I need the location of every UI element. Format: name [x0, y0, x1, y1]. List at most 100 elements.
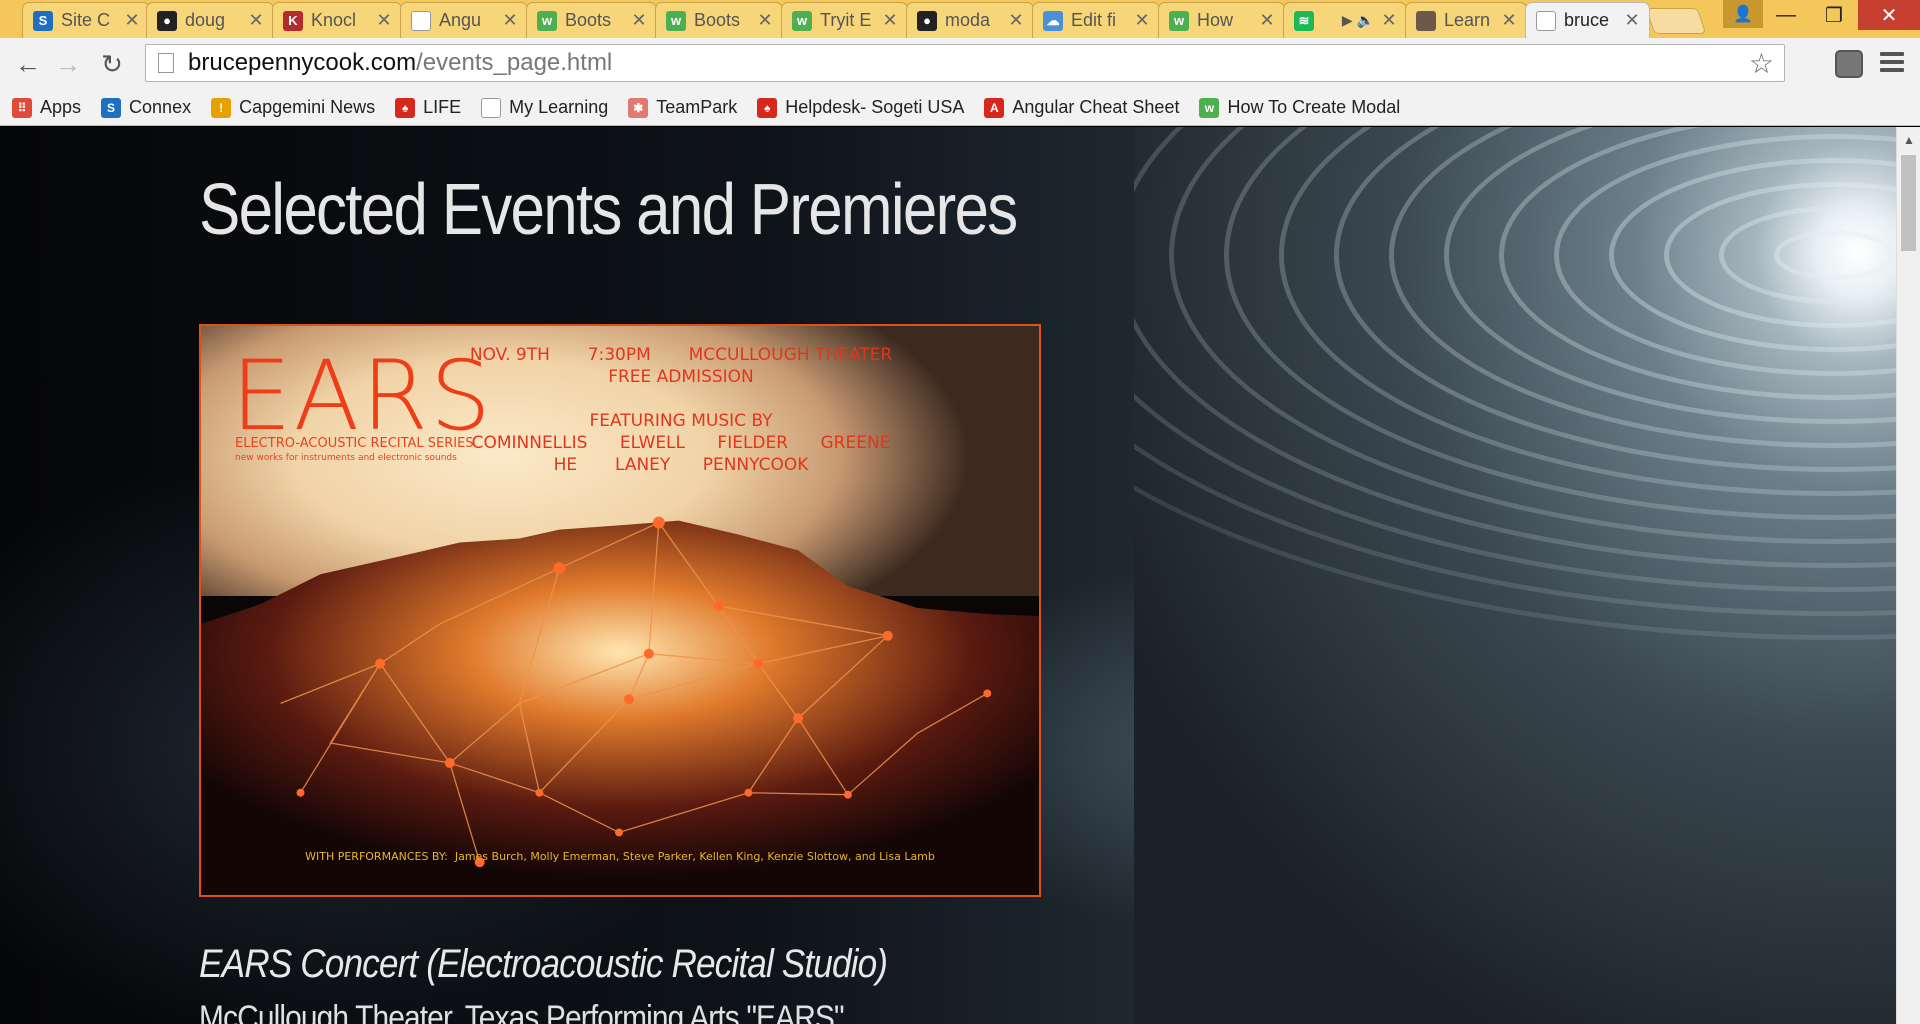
back-arrow-icon[interactable]: ← — [12, 48, 44, 80]
w3-icon: w — [1199, 97, 1220, 118]
page-icon — [1536, 10, 1556, 31]
vertical-scrollbar[interactable]: ▲ — [1896, 127, 1920, 1024]
swirl-ring — [1134, 127, 1896, 640]
tab-5[interactable]: w Boots ✕ — [655, 2, 783, 38]
bookmarks-bar: ⠿ Apps S Connex! Capgemini News ♠ LIFE My Learn… — [0, 90, 1920, 126]
tab-8[interactable]: ☁ Edit fi ✕ — [1032, 2, 1160, 38]
bookmark-label: Angular Cheat Sheet — [1012, 97, 1180, 117]
knockout-icon: K — [283, 10, 303, 31]
minimize-icon[interactable]: — — [1762, 0, 1810, 30]
extension-icon[interactable] — [1835, 50, 1863, 78]
url-host: brucepennycook.com — [188, 49, 417, 76]
tab-7[interactable]: ● moda ✕ — [906, 2, 1034, 38]
ears-poster-image: EARS ELECTRO-ACOUSTIC RECITAL SERIES new… — [199, 324, 1041, 897]
tab-12[interactable]: bruce ✕ — [1525, 2, 1650, 38]
tab-close-icon[interactable]: ✕ — [123, 10, 141, 31]
helpdesk-icon: ♠ — [757, 97, 778, 118]
tab-9[interactable]: w How ✕ — [1158, 2, 1285, 38]
bookmark-item[interactable]: My Learning — [481, 97, 608, 118]
tab-title: Site C — [61, 10, 111, 30]
page-icon — [411, 10, 431, 31]
bookmark-label: Apps — [40, 97, 82, 117]
poster-performers: WITH PERFORMANCES BY: James Burch, Molly… — [305, 850, 935, 863]
spotify-icon: ≋ — [1294, 10, 1314, 31]
tab-title: bruce — [1564, 10, 1610, 30]
bookmark-item[interactable]: ✱ TeamPark — [628, 97, 737, 118]
tab-close-icon[interactable]: ✕ — [1258, 10, 1276, 31]
tab-close-icon[interactable]: ✕ — [1500, 10, 1518, 31]
bookmark-item[interactable]: ! Capgemini News — [211, 97, 375, 118]
scrollbar-thumb[interactable] — [1901, 155, 1916, 251]
tab-close-icon[interactable]: ✕ — [501, 10, 519, 31]
apps-grid-icon: ⠿ — [12, 97, 32, 118]
avatar-icon — [1416, 10, 1436, 31]
tab-close-icon[interactable]: ✕ — [375, 10, 393, 31]
page-icon — [481, 97, 502, 118]
reload-icon[interactable]: ↻ — [96, 48, 128, 80]
tab-0[interactable]: S Site C ✕ — [22, 2, 150, 38]
bookmark-label: Capgemini News — [239, 97, 376, 117]
bookmark-item[interactable]: ♠ Helpdesk- Sogeti USA — [757, 97, 964, 118]
tab-strip: S Site C ✕ ● doug ✕ K Knocl ✕ Angu ✕ w Boots ✕ w Boots ✕… — [0, 0, 1920, 38]
w3-icon: w — [537, 10, 557, 31]
tab-title: doug — [185, 10, 226, 30]
poster-featuring-label: FEATURING MUSIC BY — [589, 411, 773, 431]
tab-close-icon[interactable]: ✕ — [630, 10, 648, 31]
profile-icon[interactable]: 👤 — [1723, 0, 1763, 28]
tab-4[interactable]: w Boots ✕ — [526, 2, 657, 38]
angular-icon: A — [984, 97, 1005, 118]
bookmark-item[interactable]: w How To Create Modal — [1199, 97, 1400, 118]
tab-2[interactable]: K Knocl ✕ — [272, 2, 402, 38]
tab-title: moda — [945, 10, 991, 30]
tab-title: How — [1197, 10, 1234, 30]
bookmark-label: My Learning — [509, 97, 609, 117]
tab-close-icon[interactable]: ✕ — [1133, 10, 1151, 31]
event-title: EARS Concert (Electroacoustic Recital St… — [199, 942, 888, 986]
tab-11[interactable]: Learn ✕ — [1405, 2, 1527, 38]
w3-icon: w — [792, 10, 812, 31]
w3-icon: w — [1169, 10, 1189, 31]
tab-title: Learn — [1444, 10, 1491, 30]
tab-title: Tryit E — [820, 10, 872, 30]
poster-composers-line1: COMINNELLIS ELWELL FIELDER GREENE — [471, 433, 891, 453]
tab-close-icon[interactable]: ✕ — [756, 10, 774, 31]
ears-series-tagline: new works for instruments and electronic… — [235, 453, 457, 463]
capgemini-icon: ! — [211, 97, 232, 118]
tab-close-icon[interactable]: ✕ — [1007, 10, 1025, 31]
tab-title: Edit fi — [1071, 10, 1117, 30]
bookmark-item[interactable]: A Angular Cheat Sheet — [984, 97, 1179, 118]
close-window-icon[interactable]: ✕ — [1858, 0, 1920, 30]
address-bar[interactable]: brucepennycook.com/events_page.html ☆ — [145, 44, 1785, 82]
scroll-up-arrow-icon[interactable]: ▲ — [1903, 133, 1915, 147]
tab-close-icon[interactable]: ✕ — [1380, 10, 1398, 31]
bookmark-item[interactable]: ⠿ Apps — [12, 97, 81, 118]
tab-3[interactable]: Angu ✕ — [400, 2, 528, 38]
bookmark-star-icon[interactable]: ☆ — [1749, 47, 1774, 80]
swirl-background-image — [1134, 127, 1896, 1024]
bookmark-item[interactable]: ♠ LIFE — [395, 97, 461, 118]
tab-10[interactable]: ≋ ▶ 🔈 ✕ — [1283, 2, 1407, 38]
tab-close-icon[interactable]: ✕ — [247, 10, 265, 31]
sharepoint-icon: S — [33, 10, 53, 31]
tab-close-icon[interactable]: ✕ — [1623, 10, 1641, 31]
tab-title: Knocl — [311, 10, 357, 30]
tab-1[interactable]: ● doug ✕ — [146, 2, 274, 38]
page-icon — [158, 53, 174, 73]
page-viewport: Selected Events and Premieres EARS ELECT… — [0, 127, 1896, 1024]
w3-icon: w — [666, 10, 686, 31]
tab-close-icon[interactable]: ✕ — [881, 10, 899, 31]
poster-date-time-venue: NOV. 9TH 7:30PM MCCULLOUGH THEATER — [469, 345, 893, 365]
bookmark-label: How To Create Modal — [1227, 97, 1401, 117]
new-tab-button[interactable] — [1645, 8, 1707, 34]
poster-admission: FREE ADMISSION — [608, 367, 754, 387]
forward-arrow-icon[interactable]: → — [52, 48, 84, 80]
menu-icon[interactable] — [1880, 52, 1904, 76]
page-title: Selected Events and Premieres — [199, 170, 1018, 250]
bookmark-item[interactable]: S Connex — [101, 97, 191, 118]
tab-title: Boots — [694, 10, 741, 30]
tab-6[interactable]: w Tryit E ✕ — [781, 2, 908, 38]
poster-event-info: NOV. 9TH 7:30PM MCCULLOUGH THEATER FREE … — [431, 344, 931, 476]
media-playing-icon: ▶ 🔈 — [1341, 12, 1374, 28]
restore-icon[interactable]: ❐ — [1810, 0, 1858, 30]
github-icon: ● — [157, 10, 177, 31]
